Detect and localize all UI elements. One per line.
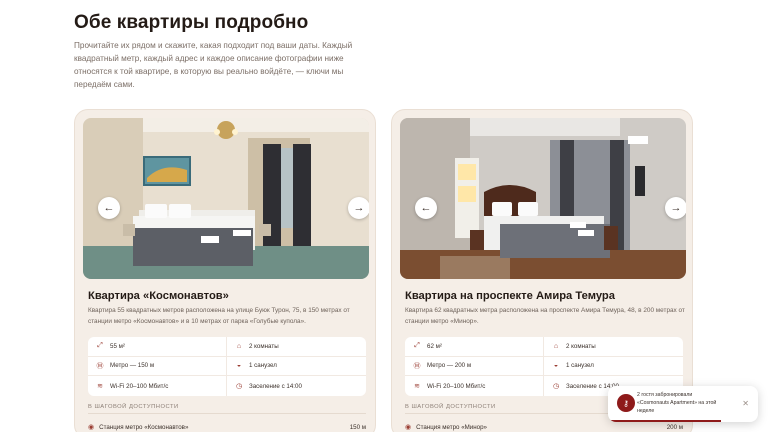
- feature-rooms: ⌂ 2 комнаты: [544, 337, 683, 357]
- apartment-description: Квартира 62 квадратных метра расположена…: [405, 307, 685, 325]
- walk-item-name: Станция метро «Космонавтов»: [99, 423, 189, 431]
- divider: [88, 413, 366, 414]
- feature-metro: Ⓜ Метро — 150 м: [88, 356, 227, 377]
- walk-item-distance: 200 м: [666, 423, 683, 431]
- bath-icon: ◒: [553, 362, 559, 370]
- walk-item-distance: 150 м: [349, 423, 366, 431]
- feature-rooms: ⌂ 2 комнаты: [227, 337, 366, 357]
- arrow-left-icon: ←: [420, 202, 432, 214]
- toast-message: 2 гостя забронировали «Cosmonauts Apartm…: [637, 392, 717, 414]
- apartment-title: Квартира «Космонавтов»: [88, 290, 229, 302]
- feature-label: 2 комнаты: [249, 342, 279, 350]
- prev-photo-button[interactable]: ←: [98, 197, 120, 219]
- feature-label: 55 м²: [110, 342, 125, 350]
- wifi-icon: ≋: [414, 383, 420, 391]
- feature-wifi: ≋ Wi-Fi 20–100 Мбит/с: [405, 376, 544, 396]
- feature-metro: Ⓜ Метро — 200 м: [405, 356, 544, 377]
- toast-progress-bar: [608, 420, 721, 422]
- bedroom-photo: [83, 118, 369, 279]
- feature-label: Wi-Fi 20–100 Мбит/с: [110, 382, 169, 390]
- feature-checkin: ◷ Заселение с 14:00: [227, 376, 366, 396]
- area-icon: ⤢: [414, 342, 420, 350]
- area-icon: ⤢: [97, 342, 103, 350]
- bed-icon: ⌂: [236, 342, 242, 350]
- apartment-title: Квартира на проспекте Амира Темура: [405, 290, 615, 302]
- feature-label: Метро — 200 м: [427, 362, 472, 370]
- walk-item-name: Станция метро «Минор»: [416, 423, 487, 431]
- apartment-card-amir-temur: ← → Квартира на проспекте Амира Темура К…: [391, 109, 693, 432]
- arrow-right-icon: →: [353, 202, 365, 214]
- bed-icon: ⌂: [553, 342, 559, 350]
- feature-wifi: ≋ Wi-Fi 20–100 Мбит/с: [88, 376, 227, 396]
- next-photo-button[interactable]: →: [665, 197, 686, 219]
- prev-photo-button[interactable]: ←: [415, 197, 437, 219]
- apartment-card-cosmonauts: ← → Квартира «Космонавтов» Квартира 55 к…: [74, 109, 376, 432]
- feature-area: ⤢ 62 м²: [405, 337, 544, 357]
- location-pin-icon: ◉: [88, 424, 95, 431]
- section-intro: Прочитайте их рядом и скажите, какая под…: [74, 41, 353, 89]
- next-photo-button[interactable]: →: [348, 197, 369, 219]
- feature-label: 1 санузел: [249, 362, 277, 370]
- apartment-photo: ← →: [400, 118, 686, 279]
- feature-label: 62 м²: [427, 342, 442, 350]
- metro-icon: Ⓜ: [413, 362, 421, 370]
- clock-icon: ◷: [552, 383, 560, 391]
- section-heading: Обе квартиры подробно: [74, 12, 309, 33]
- feature-label: Метро — 150 м: [110, 362, 155, 370]
- feature-bath: ◒ 1 санузел: [544, 357, 683, 377]
- walk-section-label: В ШАГОВОЙ ДОСТУПНОСТИ: [405, 404, 496, 410]
- metro-icon: Ⓜ: [96, 362, 104, 370]
- feature-grid: ⤢ 55 м² ⌂ 2 комнаты Ⓜ Метро — 150 м ◒ 1 сану…: [88, 337, 366, 396]
- feature-label: 1 санузел: [566, 362, 594, 370]
- apartment-description: Квартира 55 квадратных метров расположен…: [88, 307, 350, 325]
- key-icon: ⚷: [617, 394, 635, 412]
- wifi-icon: ≋: [97, 383, 103, 391]
- feature-label: 2 комнаты: [566, 342, 596, 350]
- bath-icon: ◒: [236, 362, 242, 370]
- feature-label: Заселение с 14:00: [249, 382, 302, 390]
- location-pin-icon: ◉: [405, 424, 412, 431]
- feature-bath: ◒ 1 санузел: [227, 357, 366, 377]
- arrow-left-icon: ←: [103, 202, 115, 214]
- walk-section-label: В ШАГОВОЙ ДОСТУПНОСТИ: [88, 404, 179, 410]
- booking-toast: ⚷ 2 гостя забронировали «Cosmonauts Apar…: [608, 386, 758, 422]
- arrow-right-icon: →: [670, 202, 682, 214]
- feature-area: ⤢ 55 м²: [88, 337, 227, 357]
- close-icon[interactable]: ✕: [742, 399, 749, 408]
- walk-item: ◉ Станция метро «Космонавтов» 150 м: [88, 423, 366, 432]
- walk-item: ◉ Станция метро «Минор» 200 м: [405, 423, 683, 432]
- feature-label: Wi-Fi 20–100 Мбит/с: [427, 382, 486, 390]
- clock-icon: ◷: [235, 383, 243, 391]
- bedroom-photo: [400, 118, 686, 279]
- apartment-photo: ← →: [83, 118, 369, 279]
